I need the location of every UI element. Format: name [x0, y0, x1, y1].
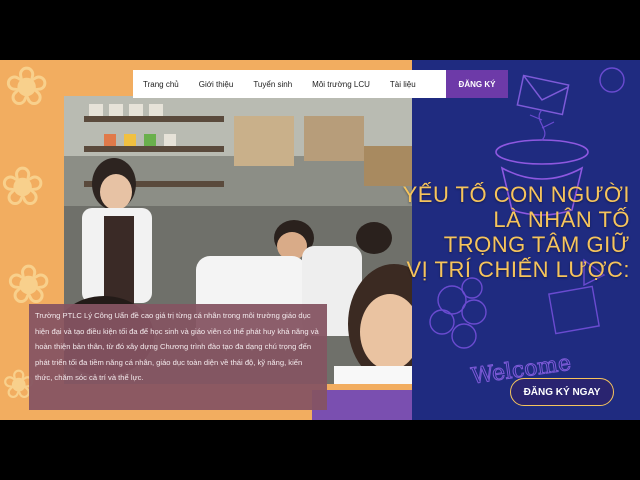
nav-item-home[interactable]: Trang chủ	[133, 80, 189, 89]
nav-item-environment[interactable]: Môi trường LCU	[302, 80, 380, 89]
headline-line: TRỌNG TÂM GIỮ	[443, 232, 630, 257]
nav-item-documents[interactable]: Tài liệu	[380, 80, 426, 89]
headline-line: VỊ TRÍ CHIẾN LƯỢC:	[406, 257, 630, 282]
nav-item-about[interactable]: Giới thiệu	[189, 80, 244, 89]
accent-strip	[312, 390, 412, 420]
envelope-doodle-icon	[516, 74, 570, 116]
flower-decoration-icon: ❀	[4, 60, 50, 118]
nav-register-button[interactable]: ĐĂNG KÝ	[446, 70, 508, 98]
hero-section: Welcome ❀ ❀ ❀ ❀ Trang chủ Giới thiệu Tuy…	[0, 60, 640, 420]
top-navigation: Trang chủ Giới thiệu Tuyển sinh Môi trườ…	[133, 70, 508, 98]
nav-item-admissions[interactable]: Tuyển sinh	[243, 80, 302, 89]
flower-decoration-icon: ❀	[0, 155, 46, 218]
register-now-button[interactable]: ĐĂNG KÝ NGAY	[510, 378, 614, 406]
intro-paragraph: Trường PTLC Lý Công Uẩn đề cao giá trị t…	[29, 304, 327, 410]
plant-doodle-icon	[529, 109, 555, 141]
headline-line: LÀ NHÂN TỐ	[493, 207, 630, 232]
hero-headline: YẾU TỐ CON NGƯỜI LÀ NHÂN TỐ TRỌNG TÂM GI…	[403, 182, 630, 282]
headline-line: YẾU TỐ CON NGƯỜI	[402, 182, 630, 207]
